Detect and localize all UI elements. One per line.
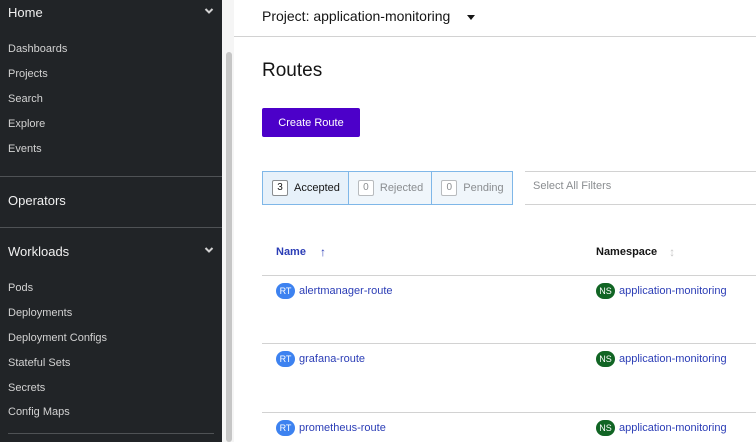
nav-section-home[interactable]: Home xyxy=(0,0,222,24)
sidebar: Home Dashboards Projects Search Explore … xyxy=(0,0,222,442)
route-badge: RT xyxy=(276,420,295,436)
nav-divider xyxy=(8,433,214,434)
namespace-badge: NS xyxy=(596,351,615,367)
namespace-badge: NS xyxy=(596,283,615,299)
nav-home-items: Dashboards Projects Search Explore Event… xyxy=(0,37,222,161)
table-row-namespace: NS application-monitoring xyxy=(596,283,727,299)
filter-label: Pending xyxy=(463,182,504,194)
sidebar-item-secrets[interactable]: Secrets xyxy=(0,375,222,400)
table-row-divider xyxy=(262,412,756,413)
filter-rejected[interactable]: 0 Rejected xyxy=(347,171,433,205)
sidebar-item-pods[interactable]: Pods xyxy=(0,276,222,301)
column-header-label: Namespace xyxy=(596,246,658,258)
route-name-link[interactable]: alertmanager-route xyxy=(299,285,393,297)
table-row-divider xyxy=(262,343,756,344)
filter-label: Rejected xyxy=(379,182,424,194)
sidebar-item-projects[interactable]: Projects xyxy=(0,62,222,87)
nav-divider xyxy=(0,176,222,177)
sidebar-item-deployments[interactable]: Deployments xyxy=(0,301,222,326)
filter-pending[interactable]: 0 Pending xyxy=(431,171,513,205)
filter-count: 0 xyxy=(357,180,374,196)
route-badge: RT xyxy=(276,283,295,299)
nav-section-workloads-label: Workloads xyxy=(8,243,70,259)
table-row-namespace: NS application-monitoring xyxy=(596,351,727,367)
route-name-link[interactable]: grafana-route xyxy=(299,353,365,365)
filter-accepted[interactable]: 3 Accepted xyxy=(262,171,349,205)
filter-label: Accepted xyxy=(294,182,340,194)
sidebar-item-events[interactable]: Events xyxy=(0,136,222,161)
chevron-down-icon xyxy=(204,247,214,253)
filter-count: 0 xyxy=(441,180,458,196)
status-filter-group: 3 Accepted 0 Rejected 0 Pending xyxy=(262,171,513,205)
table-row: RT grafana-route xyxy=(276,351,365,367)
sidebar-item-dashboards[interactable]: Dashboards xyxy=(0,37,222,62)
table-row: RT alertmanager-route xyxy=(276,283,393,299)
namespace-link[interactable]: application-monitoring xyxy=(619,422,727,434)
sidebar-item-stateful-sets[interactable]: Stateful Sets xyxy=(0,350,222,375)
project-selector-label: Project: application-monitoring xyxy=(262,8,451,24)
table-row-divider xyxy=(262,275,756,276)
select-all-filters-link[interactable]: Select All Filters xyxy=(533,180,611,192)
nav-workloads-items: Pods Deployments Deployment Configs Stat… xyxy=(0,276,222,425)
sort-arrow-up-icon: ↑ xyxy=(319,245,326,259)
create-route-button[interactable]: Create Route xyxy=(262,108,360,137)
project-bar-divider xyxy=(234,36,756,37)
sidebar-item-search[interactable]: Search xyxy=(0,87,222,112)
nav-section-workloads[interactable]: Workloads xyxy=(0,239,222,263)
route-name-link[interactable]: prometheus-route xyxy=(299,422,386,434)
column-header-label: Name xyxy=(276,246,306,258)
nav-section-operators-label: Operators xyxy=(8,192,66,208)
nav-section-home-label: Home xyxy=(8,4,43,20)
route-badge: RT xyxy=(276,351,295,367)
table-row-namespace: NS application-monitoring xyxy=(596,420,727,436)
caret-down-icon xyxy=(467,14,476,20)
sidebar-item-config-maps[interactable]: Config Maps xyxy=(0,400,222,425)
namespace-link[interactable]: application-monitoring xyxy=(619,285,727,297)
column-header-name[interactable]: Name ↑ xyxy=(276,245,326,259)
namespace-badge: NS xyxy=(596,420,615,436)
page-title: Routes xyxy=(262,60,323,81)
table-row: RT prometheus-route xyxy=(276,420,386,436)
column-header-namespace[interactable]: Namespace ↕ xyxy=(596,245,675,259)
sidebar-item-deployment-configs[interactable]: Deployment Configs xyxy=(0,326,222,351)
sidebar-item-explore[interactable]: Explore xyxy=(0,111,222,136)
sort-neutral-icon: ↕ xyxy=(669,245,676,259)
project-selector[interactable]: Project: application-monitoring xyxy=(262,8,476,24)
nav-section-operators[interactable]: Operators xyxy=(0,188,222,212)
sidebar-scrollbar-thumb[interactable] xyxy=(226,52,232,442)
chevron-down-icon xyxy=(204,8,214,14)
filter-count: 3 xyxy=(272,180,288,196)
namespace-link[interactable]: application-monitoring xyxy=(619,353,727,365)
nav-divider xyxy=(0,227,222,228)
